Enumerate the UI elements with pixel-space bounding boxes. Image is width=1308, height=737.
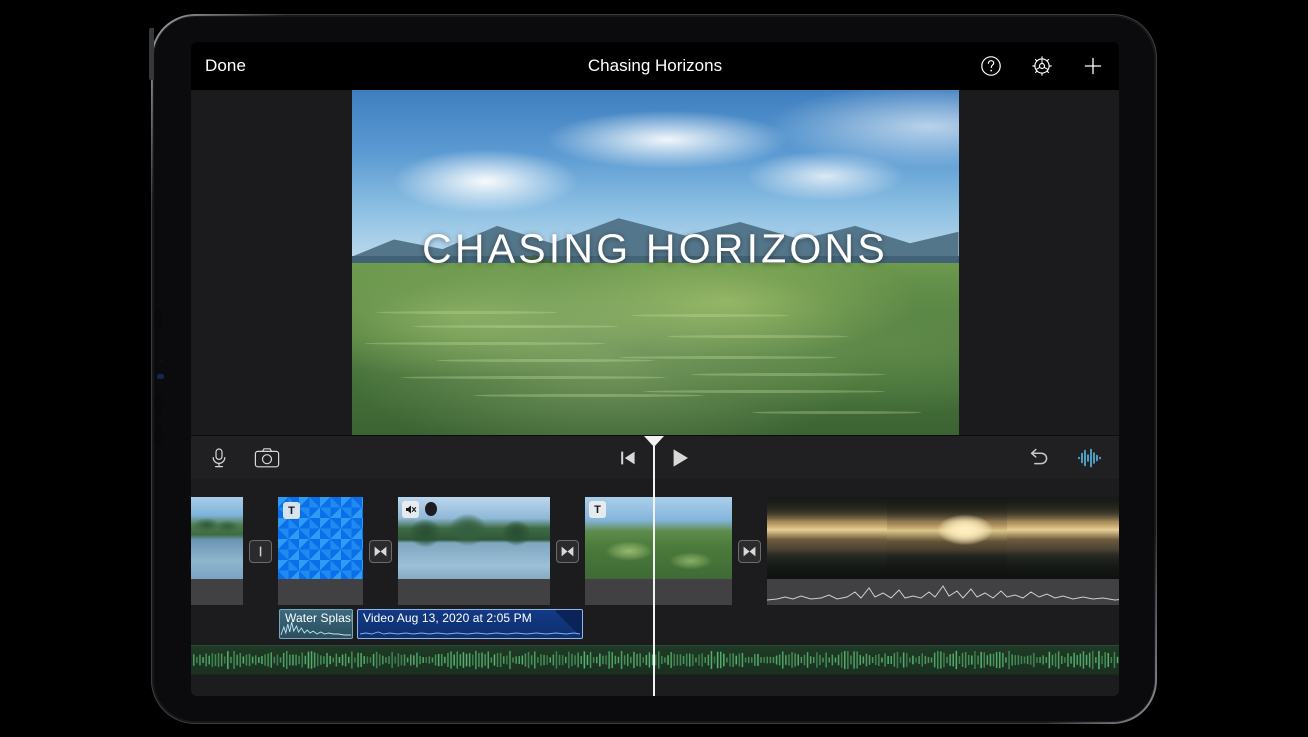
voiceover-icon[interactable] [208, 446, 230, 470]
video-track: T T [191, 497, 1119, 605]
audio-waveform-icon[interactable] [1076, 446, 1102, 470]
side-button[interactable] [154, 425, 163, 445]
toolbar-left-group [208, 446, 280, 470]
add-media-icon[interactable] [1081, 54, 1105, 78]
settings-icon[interactable] [1030, 54, 1054, 78]
ipad-screen: Done Chasing Horizons CHASING HORIZONS T… [191, 42, 1119, 696]
clip-thumbnail [398, 497, 550, 579]
audio-clip-water-splash[interactable]: Water Splash [279, 609, 353, 639]
clip-thumbnail [191, 497, 243, 579]
thumbnail-detail [767, 497, 1119, 579]
clip-audio-lane [278, 579, 363, 605]
toolbar-transport-group [191, 446, 1119, 470]
timeline-clip-karst[interactable] [398, 497, 550, 605]
help-icon[interactable] [979, 54, 1003, 78]
clip-audio-lane [191, 579, 243, 605]
timeline[interactable]: T T Water Splash Video Aug 13, 2020 at 2… [191, 479, 1119, 696]
transition-dissolve-1[interactable] [369, 539, 392, 563]
video-viewer[interactable]: CHASING HORIZONS [191, 90, 1119, 435]
ipad-device: Done Chasing Horizons CHASING HORIZONS T… [149, 14, 1157, 724]
timeline-clip-lake[interactable] [191, 497, 243, 605]
clip-thumbnails [585, 497, 732, 579]
play-icon[interactable] [668, 446, 692, 470]
undo-icon[interactable] [1026, 447, 1050, 469]
clip-waveform [767, 585, 1119, 601]
music-waveform [193, 650, 1119, 670]
editor-toolbar [191, 435, 1119, 480]
volume-up-button[interactable] [154, 308, 163, 328]
top-bar: Done Chasing Horizons [191, 42, 1119, 90]
clip-thumbnail [767, 497, 1119, 579]
timeline-clip-sunset[interactable] [767, 497, 1119, 605]
thumbnail-detail [585, 497, 732, 579]
playhead-stub [653, 444, 655, 480]
transition-cut[interactable] [249, 539, 272, 563]
done-button[interactable]: Done [205, 56, 246, 76]
clip-thumbnails [398, 497, 550, 579]
title-badge-icon: T [589, 501, 606, 518]
status-led [157, 374, 164, 379]
title-badge-icon: T [283, 502, 300, 519]
clip-thumbnails [767, 497, 1119, 579]
timeline-clip-title-background[interactable]: T [278, 497, 363, 605]
microphone-hole [159, 359, 162, 362]
video-preview-frame[interactable]: CHASING HORIZONS [351, 90, 959, 435]
power-button[interactable] [149, 28, 154, 80]
toolbar-right-group [1026, 446, 1102, 470]
background-music-track[interactable] [191, 645, 1119, 675]
timeline-clip-green-valley[interactable]: T [585, 497, 732, 605]
clip-thumbnails [191, 497, 243, 579]
transition-dissolve-3[interactable] [738, 539, 761, 563]
volume-down-button[interactable] [154, 395, 163, 415]
thumbnail-detail [398, 497, 550, 579]
audio-clip-label: Video Aug 13, 2020 at 2:05 PM [363, 611, 532, 625]
clip-thumbnail [585, 497, 732, 579]
skip-to-start-icon[interactable] [618, 448, 638, 468]
camera-icon[interactable] [254, 447, 280, 469]
thumbnail-detail [191, 497, 243, 579]
audio-track: Water Splash Video Aug 13, 2020 at 2:05 … [191, 609, 583, 639]
playhead-marker-top [644, 436, 664, 447]
preview-title-text: CHASING HORIZONS [422, 225, 888, 272]
mute-badge-icon [402, 501, 419, 518]
playhead[interactable] [653, 479, 655, 696]
clip-audio-lane [585, 579, 732, 605]
clip-audio-lane [398, 579, 550, 605]
audio-clip-video-aug[interactable]: Video Aug 13, 2020 at 2:05 PM [357, 609, 583, 639]
audio-clip-label: Water Splash [285, 611, 353, 625]
filter-badge-icon [425, 502, 437, 516]
transition-dissolve-2[interactable] [556, 539, 579, 563]
top-bar-actions [979, 54, 1105, 78]
